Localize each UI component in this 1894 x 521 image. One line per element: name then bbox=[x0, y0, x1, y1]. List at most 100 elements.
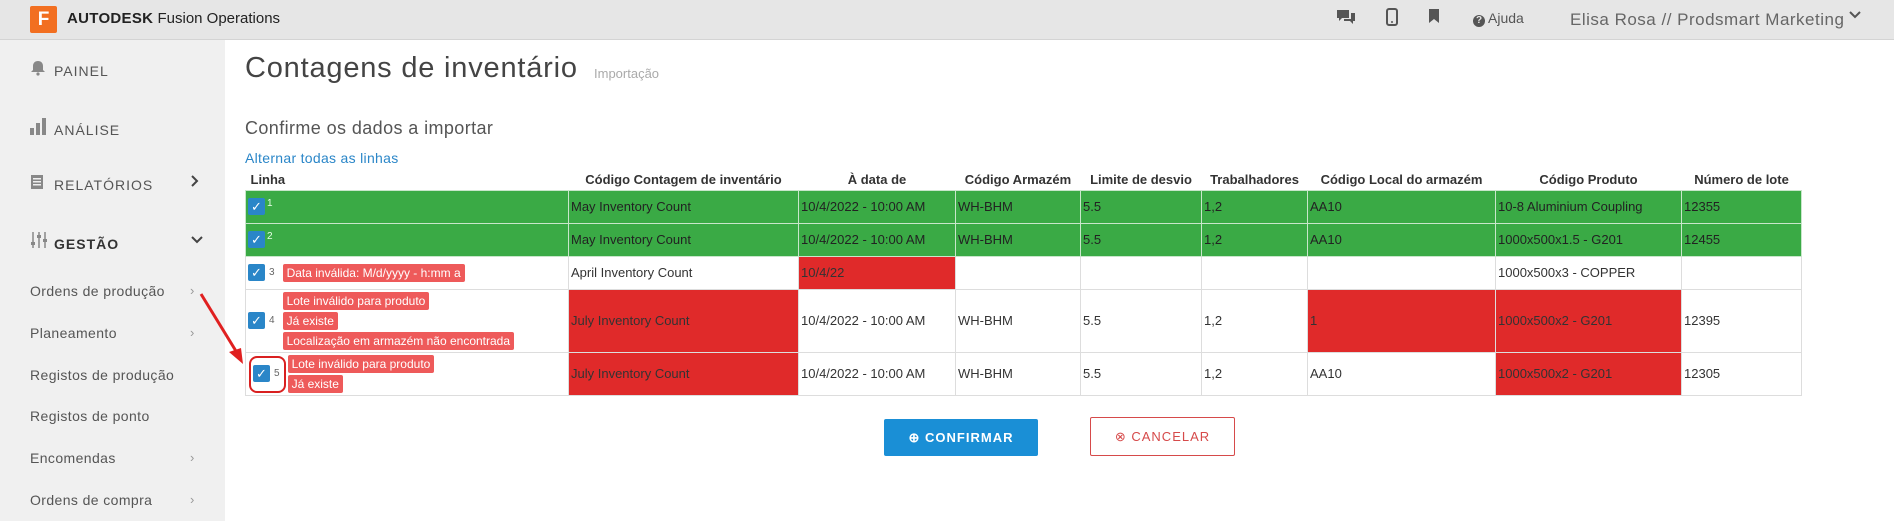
fusion-logo[interactable]: F bbox=[30, 6, 57, 33]
brand-bold: AUTODESK bbox=[67, 10, 154, 27]
table-cell: 10/4/2022 - 10:00 AM bbox=[798, 288, 956, 353]
table-cell: WH-BHM bbox=[955, 189, 1081, 224]
cancel-button[interactable]: ⊗ CANCELAR bbox=[1090, 417, 1235, 456]
column-header: Linha bbox=[250, 172, 286, 188]
row-linha-content: ✓ 4 Lote inválido para produto Já existe … bbox=[248, 291, 566, 351]
error-badge: Data inválida: M/d/yyyy - h:mm a bbox=[282, 263, 465, 282]
table-cell: 1000x500x1.5 - G201 bbox=[1495, 222, 1682, 257]
table-row: ✓ 3 Data inválida: M/d/yyyy - h:mm a Apri… bbox=[245, 255, 1802, 290]
sidebar-subitem-registos-producao[interactable]: Registos de produção bbox=[30, 367, 174, 383]
bookmark-icon[interactable] bbox=[1428, 8, 1440, 29]
page-title: Contagens de inventário bbox=[245, 52, 578, 84]
row-select-cell: ✓ 1 bbox=[245, 189, 569, 224]
sliders-icon bbox=[30, 231, 50, 254]
row-checkbox[interactable]: ✓ bbox=[248, 231, 265, 249]
table-row: ✓ 5 Lote inválido para produto Já existe … bbox=[245, 351, 1802, 396]
sidebar-subitem-encomendas[interactable]: Encomendas bbox=[30, 450, 116, 466]
sidebar-subitem-ordens-producao[interactable]: Ordens de produção bbox=[30, 283, 165, 299]
chevron-right-icon[interactable] bbox=[190, 174, 200, 193]
sidebar-subitem-registos-ponto[interactable]: Registos de ponto bbox=[30, 408, 150, 424]
table-cell: 10-8 Aluminium Coupling bbox=[1495, 189, 1682, 224]
table-cell bbox=[955, 255, 1081, 290]
column-header: Código Produto bbox=[1539, 172, 1638, 188]
row-number: 2 bbox=[267, 230, 273, 242]
table-cell: WH-BHM bbox=[955, 351, 1081, 396]
sidebar-item-painel[interactable]: PAINEL bbox=[30, 60, 109, 81]
sidebar-item-analise[interactable]: ANÁLISE bbox=[30, 117, 120, 140]
table-cell-error: 1 bbox=[1307, 288, 1496, 353]
sidebar: PAINEL ANÁLISE RELATÓRIOS GESTÃO Ordens … bbox=[0, 40, 225, 521]
column-header: Limite de desvio bbox=[1090, 172, 1192, 188]
table-cell: 1,2 bbox=[1201, 351, 1308, 396]
bell-icon bbox=[30, 60, 50, 81]
chevron-right-icon[interactable]: › bbox=[190, 450, 194, 465]
chevron-right-icon[interactable]: › bbox=[190, 283, 194, 298]
table-header-row: Linha Código Contagem de inventário À da… bbox=[246, 170, 1802, 190]
table-cell: 5.5 bbox=[1080, 351, 1202, 396]
row-checkbox[interactable]: ✓ bbox=[248, 198, 265, 216]
chevron-right-icon[interactable]: › bbox=[190, 325, 194, 340]
page-subtitle: Importação bbox=[594, 66, 660, 81]
column-header: Número de lote bbox=[1694, 172, 1789, 188]
chevron-down-icon[interactable] bbox=[190, 233, 204, 251]
chevron-right-icon[interactable]: › bbox=[190, 492, 194, 507]
annotation-arrow bbox=[199, 293, 243, 364]
column-header: À data de bbox=[847, 172, 907, 188]
brand-name: AUTODESK Fusion Operations bbox=[67, 10, 280, 27]
table-cell-error: 1000x500x2 - G201 bbox=[1495, 351, 1682, 396]
sidebar-item-label: RELATÓRIOS bbox=[54, 177, 154, 193]
cancel-icon: ⊗ bbox=[1114, 428, 1132, 444]
sidebar-item-relatorios[interactable]: RELATÓRIOS bbox=[30, 174, 153, 195]
row-select-cell: ✓ 2 bbox=[245, 222, 569, 257]
sidebar-item-label: PAINEL bbox=[54, 63, 109, 79]
sidebar-item-label: GESTÃO bbox=[54, 236, 120, 252]
row-checkbox[interactable]: ✓ bbox=[248, 264, 265, 281]
table-cell: 12455 bbox=[1681, 222, 1802, 257]
report-icon bbox=[30, 174, 50, 195]
help-link[interactable]: ? Ajuda bbox=[1473, 10, 1524, 27]
error-badges: Data inválida: M/d/yyyy - h:mm a bbox=[282, 263, 465, 283]
table-row: ✓ 1 May Inventory Count 10/4/2022 - 10:00… bbox=[245, 189, 1802, 224]
toggle-all-rows-link[interactable]: Alternar todas as linhas bbox=[245, 150, 399, 166]
column-header: Trabalhadores bbox=[1210, 172, 1299, 188]
table-cell-error: July Inventory Count bbox=[568, 288, 799, 353]
table-cell-error: July Inventory Count bbox=[568, 351, 799, 396]
table-cell: AA10 bbox=[1307, 351, 1496, 396]
error-badge: Já existe bbox=[287, 374, 343, 393]
error-badges: Lote inválido para produto Já existe Loc… bbox=[282, 291, 515, 351]
import-table: Linha Código Contagem de inventário À da… bbox=[245, 170, 1802, 396]
table-cell: 1,2 bbox=[1201, 288, 1308, 353]
confirm-label: CONFIRMAR bbox=[925, 429, 1014, 445]
sidebar-subitem-planeamento[interactable]: Planeamento bbox=[30, 325, 117, 341]
table-cell: April Inventory Count bbox=[568, 255, 799, 290]
sidebar-item-gestao[interactable]: GESTÃO bbox=[30, 231, 119, 254]
error-badge: Lote inválido para produto bbox=[282, 291, 430, 310]
table-cell: 1000x500x3 - COPPER bbox=[1495, 255, 1682, 290]
error-badge: Localização em armazém não encontrada bbox=[282, 331, 515, 350]
table-cell: 10/4/2022 - 10:00 AM bbox=[798, 222, 956, 257]
table-cell: WH-BHM bbox=[955, 222, 1081, 257]
row-select-cell: ✓ 3 Data inválida: M/d/yyyy - h:mm a bbox=[245, 255, 569, 290]
table-cell: May Inventory Count bbox=[568, 189, 799, 224]
sidebar-subitem-ordens-compra[interactable]: Ordens de compra bbox=[30, 492, 152, 508]
error-badge: Já existe bbox=[282, 311, 338, 330]
table-cell bbox=[1201, 255, 1308, 290]
chevron-down-icon[interactable] bbox=[1848, 8, 1862, 27]
table-cell-error: 10/4/22 bbox=[798, 255, 956, 290]
user-menu[interactable]: Elisa Rosa // Prodsmart Marketing bbox=[1570, 10, 1844, 30]
table-cell: 5.5 bbox=[1080, 189, 1202, 224]
table-cell: 5.5 bbox=[1080, 288, 1202, 353]
table-cell: 10/4/2022 - 10:00 AM bbox=[798, 351, 956, 396]
chat-icon[interactable] bbox=[1335, 8, 1357, 31]
row-linha-content: ✓ 5 Lote inválido para produto Já existe bbox=[248, 354, 566, 394]
table-cell: May Inventory Count bbox=[568, 222, 799, 257]
table-cell: 12395 bbox=[1681, 288, 1802, 353]
table-cell: 1,2 bbox=[1201, 222, 1308, 257]
table-cell bbox=[1681, 255, 1802, 290]
table-cell-error: 1000x500x2 - G201 bbox=[1495, 288, 1682, 353]
table-cell: AA10 bbox=[1307, 189, 1496, 224]
table-cell: 5.5 bbox=[1080, 222, 1202, 257]
mobile-icon[interactable] bbox=[1386, 8, 1398, 31]
confirm-button[interactable]: ⊕ CONFIRMAR bbox=[884, 419, 1038, 456]
table-cell: 10/4/2022 - 10:00 AM bbox=[798, 189, 956, 224]
